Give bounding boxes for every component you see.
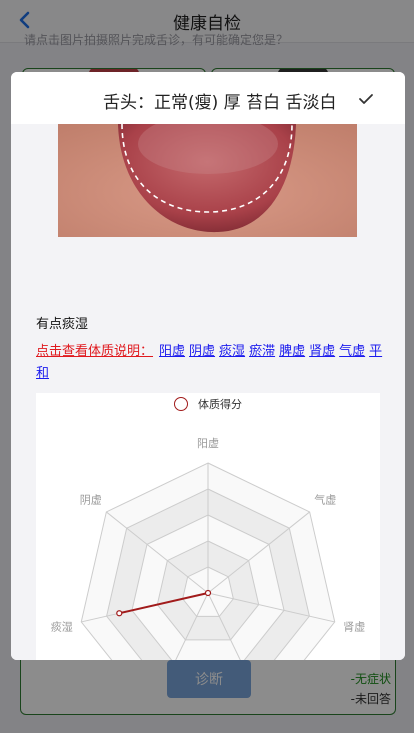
- radar-indicator-label: 肾虚: [343, 620, 365, 633]
- type-link-qi-deficiency[interactable]: 气虚: [339, 344, 365, 359]
- radar-indicator-label: 阳虚: [197, 437, 219, 450]
- radar-data-point: [116, 610, 123, 617]
- radar-indicator-label: 阴虚: [80, 493, 102, 506]
- radar-data-point: [204, 589, 212, 597]
- type-link-stasis[interactable]: 瘀滞: [249, 344, 275, 359]
- modal-body: 有点痰湿 点击查看体质说明： 阳虚 阴虚 痰湿 瘀滞 脾虚 肾虚 气虚 平和 体质得分 阳虚 气虚…: [11, 124, 405, 660]
- modal-title: 舌头：正常(瘦) 厚 苔白 舌淡白: [103, 93, 337, 113]
- radar-svg: 阳虚气虚肾虚脾虚瘀滞痰湿阴虚: [51, 437, 365, 660]
- type-link-yin-deficiency[interactable]: 阴虚: [189, 344, 215, 359]
- type-link-spleen-deficiency[interactable]: 脾虚: [279, 344, 305, 359]
- type-link-phlegm-damp[interactable]: 痰湿: [219, 344, 245, 359]
- radar-chart: 体质得分 阳虚气虚肾虚脾虚瘀滞痰湿阴虚: [36, 393, 380, 660]
- radar-indicator-label: 痰湿: [51, 619, 73, 633]
- constitution-result: 有点痰湿: [36, 317, 89, 332]
- result-modal: 舌头：正常(瘦) 厚 苔白 舌淡白 有点痰湿 点击查看体质说明： 阳虚 阴虚 痰…: [11, 72, 405, 660]
- type-link-kidney-deficiency[interactable]: 肾虚: [309, 344, 335, 359]
- modal-header: 舌头：正常(瘦) 厚 苔白 舌淡白: [11, 72, 405, 124]
- constitution-links: 点击查看体质说明： 阳虚 阴虚 痰湿 瘀滞 脾虚 肾虚 气虚 平和: [36, 341, 386, 385]
- radar-indicator-label: 气虚: [314, 492, 336, 506]
- tongue-photo: [58, 124, 357, 237]
- type-link-yang-deficiency[interactable]: 阳虚: [159, 344, 185, 359]
- explain-link[interactable]: 点击查看体质说明：: [36, 344, 153, 359]
- check-icon[interactable]: [355, 88, 377, 110]
